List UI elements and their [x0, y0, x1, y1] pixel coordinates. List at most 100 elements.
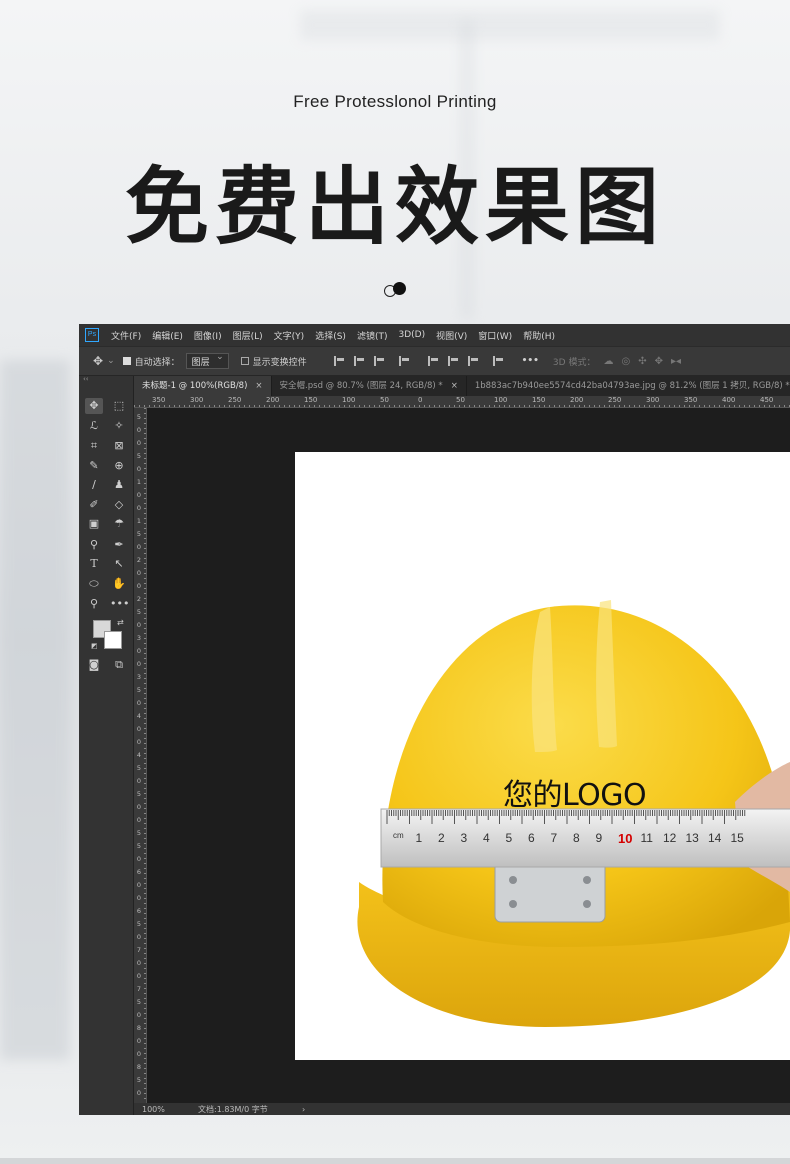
chevron-down-icon[interactable]: ⌄ [107, 356, 115, 366]
tab-jpg[interactable]: 1b883ac7b940ee5574cd42ba04793ae.jpg @ 81… [467, 376, 790, 396]
tape-mark-label: 11 [640, 831, 653, 845]
dodge-icon[interactable]: ⚲ [85, 537, 103, 553]
distribute-h-icon[interactable] [492, 356, 503, 366]
type-icon[interactable]: T [85, 556, 103, 572]
more-tools-icon[interactable]: ••• [110, 596, 129, 612]
mode-3d-label: 3D 模式： [552, 357, 596, 368]
drag-3d-icon[interactable]: ✣ [638, 356, 646, 367]
ruler-tick-label: 100 [494, 396, 508, 404]
menu-image[interactable]: 图像(I) [194, 329, 222, 342]
brush-icon[interactable]: ∕ [85, 477, 103, 493]
menu-file[interactable]: 文件(F) [111, 329, 141, 342]
pen-icon[interactable]: ✒ [110, 537, 128, 553]
menu-view[interactable]: 视图(V) [436, 329, 467, 342]
scale-3d-icon[interactable]: ▸◂ [671, 356, 681, 367]
align-left-icon[interactable] [333, 356, 344, 366]
ruler-tick-label: 450 [760, 396, 774, 404]
ruler-tick-label: 0 [136, 543, 142, 551]
toolbox: ‹‹ ✥ ⬚ ℒ ✧ ⌗ ⊠ ✎ ⊕ ∕ ♟ ✐ ◇ ▣ ☂ ⚲ ✒ T ↖ ⬭… [79, 375, 134, 1115]
smudge-icon[interactable]: ☂ [110, 516, 128, 532]
eyedropper-icon[interactable]: ✎ [85, 458, 103, 474]
gradient-icon[interactable]: ▣ [85, 516, 103, 532]
move-icon[interactable]: ✥ [85, 398, 103, 414]
ellipse-icon[interactable]: ⬭ [85, 576, 103, 592]
move-tool-icon[interactable]: ✥ [93, 354, 103, 368]
ruler-tick-label: 0 [136, 1037, 142, 1045]
align-middle-icon[interactable] [427, 356, 438, 366]
patch-icon[interactable]: ⊕ [110, 458, 128, 474]
tab-untitled[interactable]: 未标题-1 @ 100%(RGB/8) × [134, 376, 272, 396]
collapse-toolbox-icon[interactable]: ‹‹ [83, 375, 89, 383]
ruler-tick-label: 6 [136, 868, 142, 876]
path-select-icon[interactable]: ↖ [110, 556, 128, 572]
align-right-icon[interactable] [373, 356, 384, 366]
quick-mask-icon[interactable]: ◙ [85, 657, 103, 673]
roll-3d-icon[interactable]: ◎ [621, 356, 630, 367]
ruler-vertical[interactable]: 5 0 0 5 0 1 0 0 1 5 0 2 0 0 2 5 0 3 0 0 3 5 0 4 0 0 4 5 0 5 0 0 5 5 0 6 0 0 6 5… [134, 408, 147, 1103]
orbit-3d-icon[interactable]: ☁ [603, 356, 613, 367]
menu-select[interactable]: 选择(S) [315, 329, 346, 342]
more-options-button[interactable]: ••• [522, 356, 539, 366]
ruler-tick-label: 8 [136, 1024, 142, 1032]
ruler-tick-label: 400 [722, 396, 736, 404]
tape-mark-label: 13 [685, 831, 699, 845]
ruler-tick-label: 0 [136, 803, 142, 811]
align-bottom-icon[interactable] [447, 356, 458, 366]
menu-3d[interactable]: 3D(D) [398, 330, 425, 340]
align-top-icon[interactable] [398, 356, 409, 366]
status-arrow-icon[interactable]: › [302, 1105, 305, 1114]
ruler-tick-label: 0 [418, 396, 423, 404]
helmet-image [357, 600, 790, 1027]
hand-icon[interactable]: ✋ [110, 576, 128, 592]
swap-colors-icon[interactable]: ⇄ [117, 618, 124, 627]
marquee-icon[interactable]: ⬚ [110, 398, 128, 414]
page-bottom-strip [0, 1158, 790, 1164]
doc-size[interactable]: 文档:1.83M/0 字节 [198, 1104, 302, 1115]
tab-helmet-psd[interactable]: 安全帽.psd @ 80.7% (图层 24, RGB/8) * × [272, 376, 467, 396]
distribute-icon[interactable] [467, 356, 478, 366]
slide-3d-icon[interactable]: ✥ [655, 356, 663, 367]
menu-window[interactable]: 窗口(W) [478, 329, 512, 342]
menu-help[interactable]: 帮助(H) [523, 329, 555, 342]
ruler-tick-label: 4 [136, 751, 142, 759]
ruler-tick-label: 200 [266, 396, 280, 404]
close-icon[interactable]: × [255, 381, 262, 391]
auto-select-checkbox[interactable] [122, 357, 131, 365]
menu-type[interactable]: 文字(Y) [274, 329, 305, 342]
background-color-swatch[interactable] [104, 631, 122, 649]
menu-layer[interactable]: 图层(L) [233, 329, 263, 342]
align-center-icon[interactable] [353, 356, 364, 366]
tape-mark-label: 4 [483, 831, 490, 845]
tape-mark-label: 9 [595, 831, 603, 845]
ruler-horizontal[interactable]: 350 300 250 200 150 100 50 0 50 100 150 200 250 300 35… [134, 396, 790, 408]
document-canvas[interactable]: 您的LOGO cm 1 2 3 4 5 6 7 8 9 10 11 12 13 14 15 [295, 452, 790, 1060]
bg-building-left [0, 360, 70, 1060]
close-icon[interactable]: × [451, 381, 458, 391]
frame-icon[interactable]: ⊠ [110, 438, 128, 454]
ruler-tick-label: 2 [136, 556, 142, 564]
ruler-tick-label: 50 [456, 396, 465, 404]
dot-active[interactable] [393, 282, 406, 295]
logo-placeholder-text: 您的LOGO [503, 778, 647, 813]
menu-edit[interactable]: 编辑(E) [152, 329, 183, 342]
zoom-level[interactable]: 100% [142, 1105, 198, 1114]
ruler-tick-label: 5 [136, 452, 142, 460]
stamp-icon[interactable]: ♟ [110, 477, 128, 493]
auto-select-dropdown[interactable]: 图层 [185, 352, 229, 369]
screen-mode-icon[interactable]: ⧉ [110, 657, 128, 673]
show-transform-label: 显示变换控件 [252, 357, 307, 368]
magic-wand-icon[interactable]: ✧ [110, 418, 128, 434]
default-colors-icon[interactable]: ◩ [91, 642, 98, 650]
show-transform-checkbox[interactable] [240, 357, 249, 365]
ruler-tick-label: 0 [136, 1089, 142, 1097]
history-brush-icon[interactable]: ✐ [85, 497, 103, 513]
hero-subtitle: Free Protesslonol Printing [293, 92, 497, 111]
menu-bar: Ps 文件(F) 编辑(E) 图像(I) 图层(L) 文字(Y) 选择(S) 滤… [79, 324, 790, 346]
ruler-tick-label: 0 [136, 504, 142, 512]
ruler-tick-label: 0 [136, 959, 142, 967]
zoom-icon[interactable]: ⚲ [85, 596, 103, 612]
lasso-icon[interactable]: ℒ [85, 418, 103, 434]
crop-icon[interactable]: ⌗ [85, 438, 103, 454]
menu-filter[interactable]: 滤镜(T) [357, 329, 388, 342]
eraser-icon[interactable]: ◇ [110, 497, 128, 513]
